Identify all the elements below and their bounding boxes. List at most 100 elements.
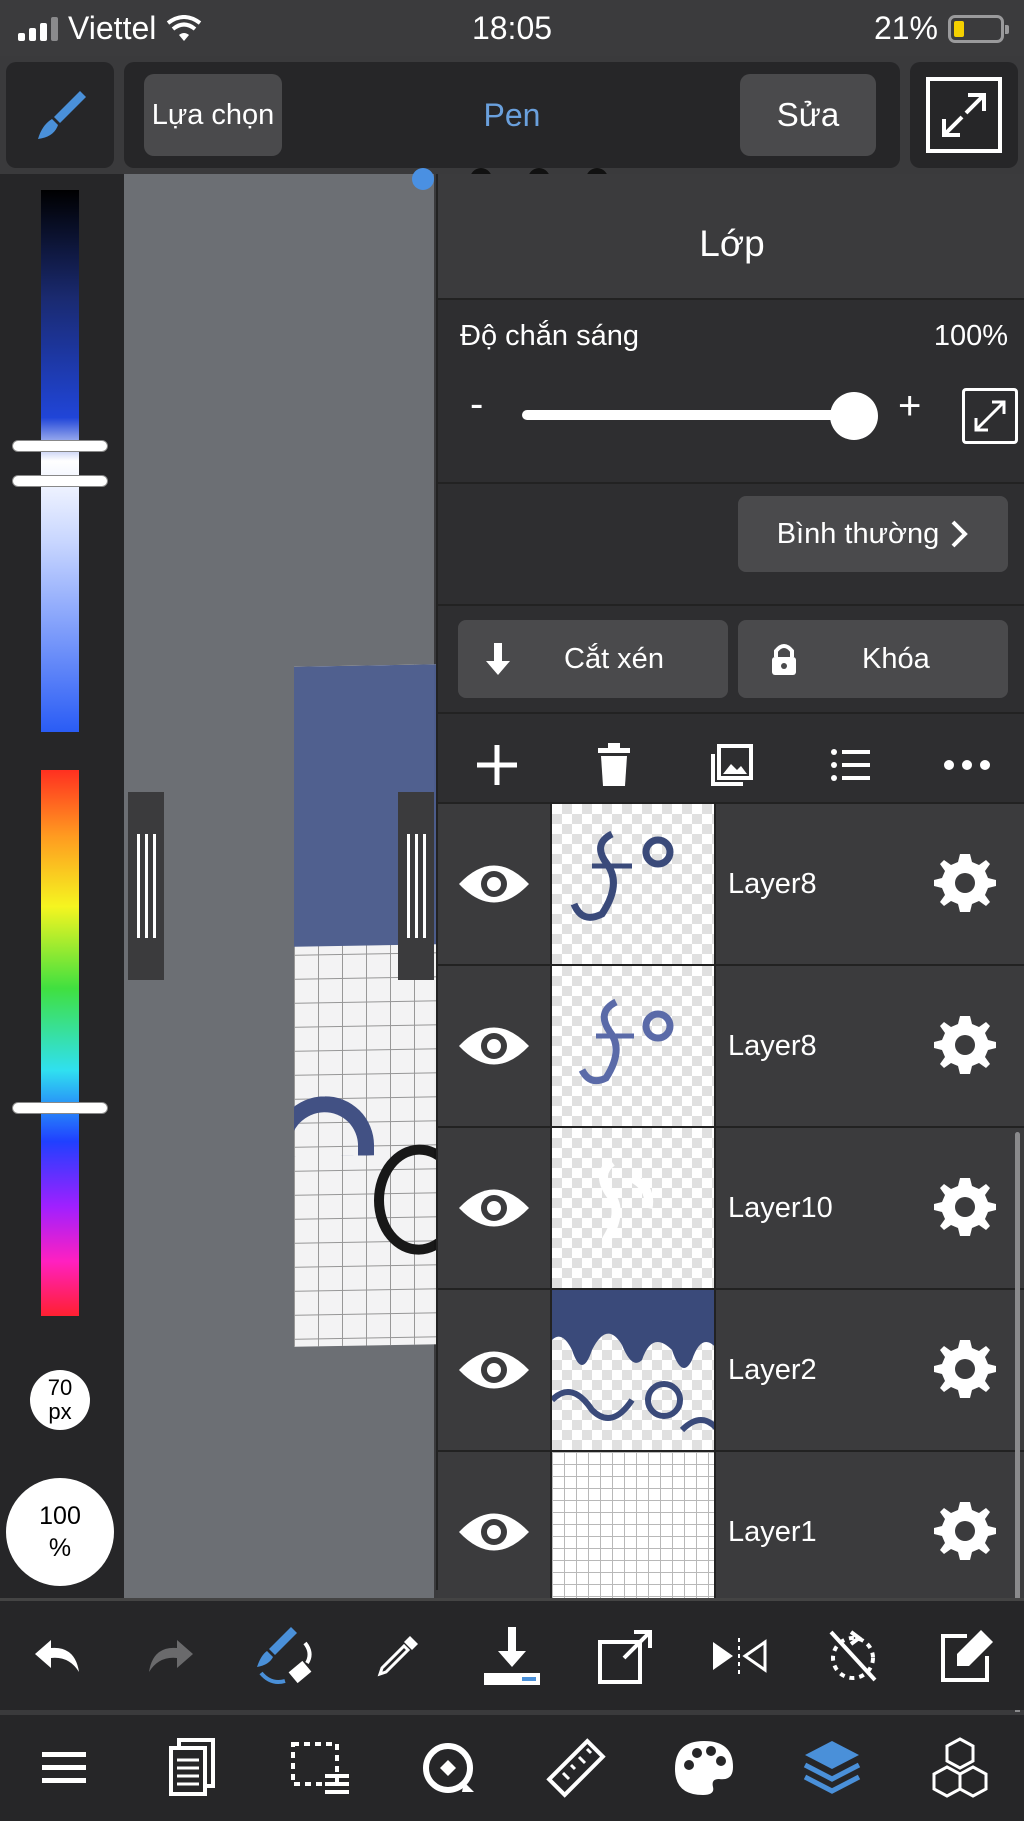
- menu-icon: [42, 1752, 86, 1783]
- brush-icon: [38, 91, 86, 139]
- brightness-handle-bottom[interactable]: [12, 475, 108, 487]
- rotate-off-icon: [829, 1629, 877, 1681]
- eyedropper-icon: [377, 1635, 419, 1676]
- opacity-label: Độ chắn sáng: [460, 320, 639, 352]
- menu-button[interactable]: [28, 1732, 100, 1804]
- brush-opacity-badge[interactable]: 100 %: [6, 1478, 114, 1586]
- layer-name: Layer2: [728, 1354, 817, 1386]
- layer-settings-icon[interactable]: [932, 1012, 998, 1078]
- layer-name: Layer8: [728, 1030, 817, 1062]
- bottom-toolbar-bottom: [0, 1712, 1024, 1821]
- layer-row[interactable]: Layer2: [438, 1288, 1024, 1450]
- visibility-toggle[interactable]: [438, 966, 550, 1126]
- eye-icon: [459, 1513, 529, 1551]
- status-bar: Viettel 18:05 21%: [0, 0, 1024, 56]
- layer-thumbnail: [550, 966, 716, 1126]
- color-palette-button[interactable]: [668, 1732, 740, 1804]
- visibility-toggle[interactable]: [438, 1290, 550, 1450]
- materials-button[interactable]: [924, 1732, 996, 1804]
- flip-icon: [713, 1637, 767, 1674]
- clipping-icon: [486, 643, 510, 675]
- eyedropper-button[interactable]: [362, 1620, 434, 1692]
- layer-settings-icon[interactable]: [932, 1336, 998, 1402]
- lock-button[interactable]: Khóa: [738, 620, 1008, 698]
- brush-size-badge[interactable]: 70 px: [30, 1370, 90, 1430]
- snap-icon: [423, 1743, 474, 1793]
- redo-button[interactable]: [135, 1620, 207, 1692]
- layer-settings-icon[interactable]: [932, 1174, 998, 1240]
- materials-icon: [932, 1737, 988, 1798]
- battery-status: 21%: [873, 10, 1009, 47]
- opacity-expand-button[interactable]: [962, 388, 1018, 444]
- snap-button[interactable]: [412, 1732, 484, 1804]
- layer-row[interactable]: Layer8: [438, 802, 1024, 964]
- transform-button[interactable]: [590, 1620, 662, 1692]
- chevron-right-icon: [951, 520, 969, 548]
- lock-icon: [772, 644, 796, 675]
- clip-lock-row: Cắt xén Khóa: [438, 604, 1024, 712]
- top-toolbar: Lựa chọn Pen Sửa: [124, 62, 900, 168]
- edit-canvas-button[interactable]: [931, 1620, 1003, 1692]
- undo-button[interactable]: [21, 1620, 93, 1692]
- edit-button[interactable]: Sửa: [740, 74, 876, 156]
- blend-mode-button[interactable]: Bình thường: [738, 496, 1008, 572]
- clipping-button[interactable]: Cắt xén: [458, 620, 728, 698]
- layer-thumbnail: [550, 1128, 716, 1288]
- opacity-section: Độ chắn sáng 100% - + Bình thường: [438, 298, 1024, 604]
- layer-thumbnail: [550, 1290, 716, 1450]
- selection-icon: [291, 1742, 349, 1794]
- visibility-toggle[interactable]: [438, 1452, 550, 1612]
- eye-icon: [459, 1189, 529, 1227]
- color-panel-grip[interactable]: [128, 792, 164, 980]
- opacity-decrease-button[interactable]: -: [470, 382, 483, 427]
- eye-icon: [459, 865, 529, 903]
- rotate-lock-button[interactable]: [817, 1620, 889, 1692]
- layer-row[interactable]: Layer8: [438, 964, 1024, 1126]
- opacity-slider-track[interactable]: [522, 410, 862, 420]
- ruler-button[interactable]: [540, 1732, 612, 1804]
- layer-panel: Lớp Độ chắn sáng 100% - + Bình thường Cắ…: [436, 174, 1024, 1760]
- clipping-label: Cắt xén: [564, 642, 664, 675]
- layers-icon: [803, 1741, 861, 1794]
- opacity-slider-knob[interactable]: [830, 392, 878, 440]
- layer-thumbnail: [550, 804, 716, 964]
- flip-button[interactable]: [703, 1620, 775, 1692]
- pages-icon: [169, 1738, 215, 1796]
- lock-label: Khóa: [862, 642, 930, 675]
- visibility-toggle[interactable]: [438, 1128, 550, 1288]
- layer-name: Layer8: [728, 868, 817, 900]
- pages-button[interactable]: [156, 1732, 228, 1804]
- hue-slider[interactable]: [41, 770, 79, 1316]
- layer-row[interactable]: Layer1: [438, 1450, 1024, 1612]
- brightness-slider[interactable]: [41, 190, 79, 732]
- layer-settings-icon[interactable]: [932, 1498, 998, 1564]
- save-button[interactable]: [476, 1620, 548, 1692]
- layer-panel-title: Lớp: [438, 174, 1024, 298]
- layer-settings-icon[interactable]: [932, 850, 998, 916]
- ruler-icon: [546, 1738, 606, 1798]
- fullscreen-icon: [926, 77, 1002, 153]
- brightness-handle-top[interactable]: [12, 440, 108, 452]
- battery-percent: 21%: [873, 10, 938, 46]
- layer-row[interactable]: Layer10: [438, 1126, 1024, 1288]
- brush-eraser-toggle[interactable]: [248, 1620, 320, 1692]
- blend-mode-label: Bình thường: [776, 517, 940, 550]
- battery-icon: [948, 14, 1009, 43]
- bottom-toolbar-top: [0, 1598, 1024, 1710]
- fullscreen-button[interactable]: [910, 62, 1018, 168]
- layers-button[interactable]: [796, 1732, 868, 1804]
- hue-handle[interactable]: [12, 1102, 108, 1114]
- layer-panel-grip[interactable]: [398, 792, 434, 980]
- eye-icon: [459, 1351, 529, 1389]
- selection-tool-button[interactable]: [284, 1732, 356, 1804]
- layer-name: Layer1: [728, 1516, 817, 1548]
- opacity-increase-button[interactable]: +: [898, 384, 921, 429]
- eye-icon: [459, 1027, 529, 1065]
- visibility-toggle[interactable]: [438, 804, 550, 964]
- brush-eraser-icon: [257, 1626, 312, 1684]
- canvas-area[interactable]: [124, 174, 614, 1598]
- transform-icon: [597, 1629, 652, 1684]
- brush-tool-button[interactable]: [6, 62, 114, 168]
- download-icon: [483, 1626, 540, 1685]
- palette-icon: [675, 1741, 733, 1795]
